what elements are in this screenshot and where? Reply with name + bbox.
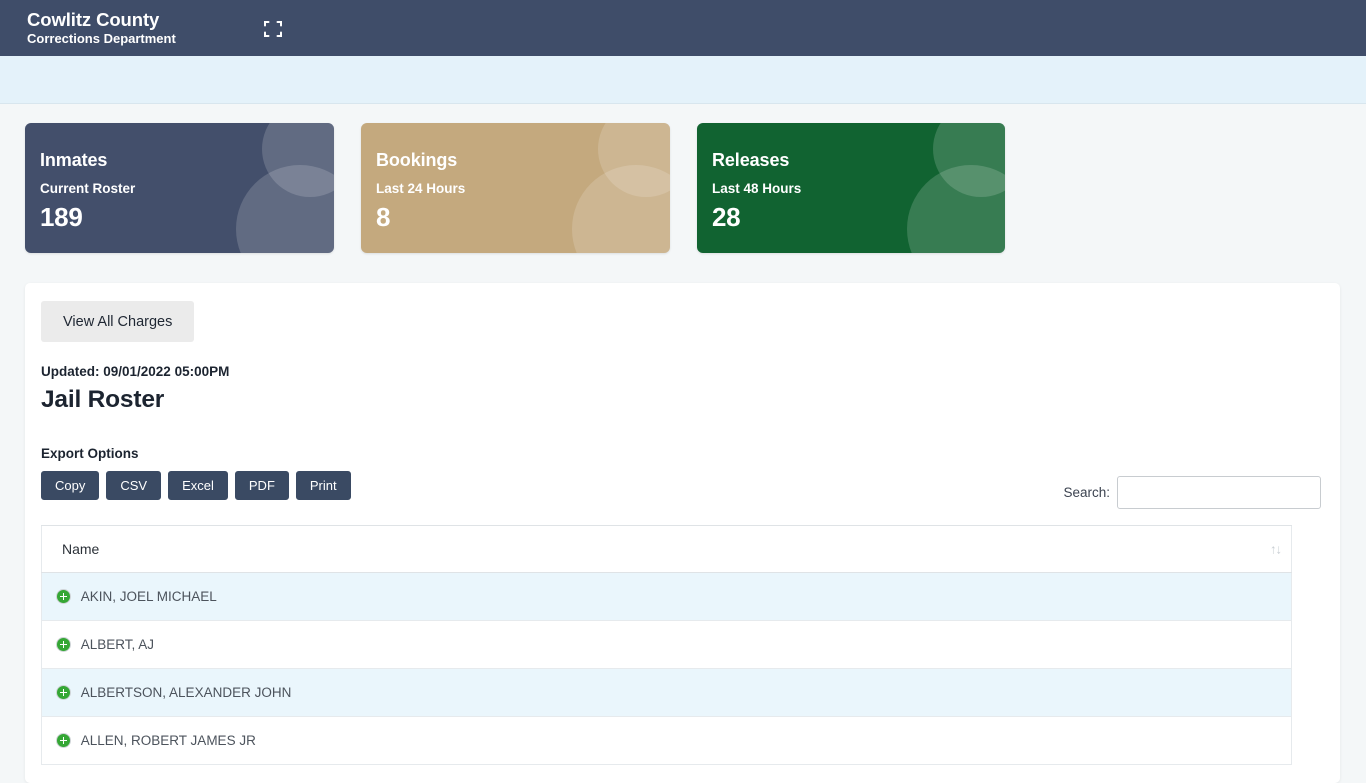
page-title: Jail Roster [41,386,165,413]
inmate-name: ALLEN, ROBERT JAMES JR [80,732,256,748]
export-options-label: Export Options [41,446,139,461]
roster-table-container: Name ↑↓ AKIN, JOEL MICHAEL ALBERT, AJ AL… [41,525,1292,765]
stat-card-bookings[interactable]: Bookings Last 24 Hours 8 [361,123,670,253]
table-row[interactable]: ALLEN, ROBERT JAMES JR [41,716,1292,765]
expand-plus-icon[interactable] [56,588,71,604]
export-csv-button[interactable]: CSV [106,471,162,500]
stat-card-releases[interactable]: Releases Last 48 Hours 28 [697,123,1005,253]
stat-card-subtitle: Last 48 Hours [712,181,802,196]
expand-plus-icon[interactable] [56,684,71,700]
table-cell-name: AKIN, JOEL MICHAEL [41,572,1292,621]
top-header-bar: Cowlitz County Corrections Department [0,0,1366,56]
jail-roster-table: Name ↑↓ AKIN, JOEL MICHAEL ALBERT, AJ AL… [41,526,1292,765]
decorative-circle-large [236,165,334,253]
table-cell-name: ALLEN, ROBERT JAMES JR [41,716,1292,765]
main-content-panel: View All Charges Updated: 09/01/2022 05:… [25,283,1340,783]
table-row[interactable]: ALBERT, AJ [41,620,1292,669]
table-row[interactable]: ALBERTSON, ALEXANDER JOHN [41,668,1292,717]
stat-cards-row: Inmates Current Roster 189 Bookings Last… [0,105,1366,270]
secondary-nav-band [0,56,1366,104]
expand-plus-icon[interactable] [56,636,71,652]
stat-card-subtitle: Current Roster [40,181,136,196]
decorative-circle-small [262,123,334,197]
inmate-name: ALBERTSON, ALEXANDER JOHN [80,684,292,700]
stat-card-subtitle: Last 24 Hours [376,181,466,196]
decorative-circle-small [933,123,1005,197]
stat-card-inmates[interactable]: Inmates Current Roster 189 [25,123,334,253]
table-head: Name ↑↓ [41,526,1292,573]
search-label: Search: [1063,485,1110,500]
table-body: AKIN, JOEL MICHAEL ALBERT, AJ ALBERTSON,… [41,572,1292,765]
decorative-circle-large [907,165,1005,253]
fullscreen-expand-icon[interactable] [262,18,284,40]
table-search-area: Search: [1063,476,1321,509]
table-cell-name: ALBERT, AJ [41,620,1292,669]
stat-card-value: 189 [40,202,83,232]
table-row[interactable]: AKIN, JOEL MICHAEL [41,572,1292,621]
sort-arrows-icon: ↑↓ [1270,541,1282,557]
table-header-row: Name ↑↓ [41,526,1292,573]
stat-card-title: Releases [712,150,790,170]
expand-plus-icon[interactable] [56,732,71,748]
column-header-name[interactable]: Name ↑↓ [41,526,1292,573]
brand-title: Cowlitz County [27,8,160,30]
export-buttons-group: Copy CSV Excel PDF Print [41,471,351,500]
decorative-circle-large [572,165,670,253]
stat-card-value: 8 [376,202,391,232]
search-input[interactable] [1117,476,1321,509]
stat-card-title: Inmates [40,150,108,170]
table-cell-name: ALBERTSON, ALEXANDER JOHN [41,668,1292,717]
brand-block: Cowlitz County Corrections Department [27,8,176,46]
export-copy-button[interactable]: Copy [41,471,100,500]
stat-card-title: Bookings [376,150,458,170]
export-excel-button[interactable]: Excel [168,471,228,500]
view-all-charges-button[interactable]: View All Charges [41,301,195,342]
export-print-button[interactable]: Print [295,471,351,500]
stat-card-value: 28 [712,202,741,232]
brand-subtitle: Corrections Department [27,30,176,46]
column-header-name-label: Name [62,540,100,557]
inmate-name: AKIN, JOEL MICHAEL [80,588,217,604]
last-updated-text: Updated: 09/01/2022 05:00PM [41,364,230,379]
inmate-name: ALBERT, AJ [80,636,155,652]
export-pdf-button[interactable]: PDF [234,471,289,500]
decorative-circle-small [598,123,670,197]
